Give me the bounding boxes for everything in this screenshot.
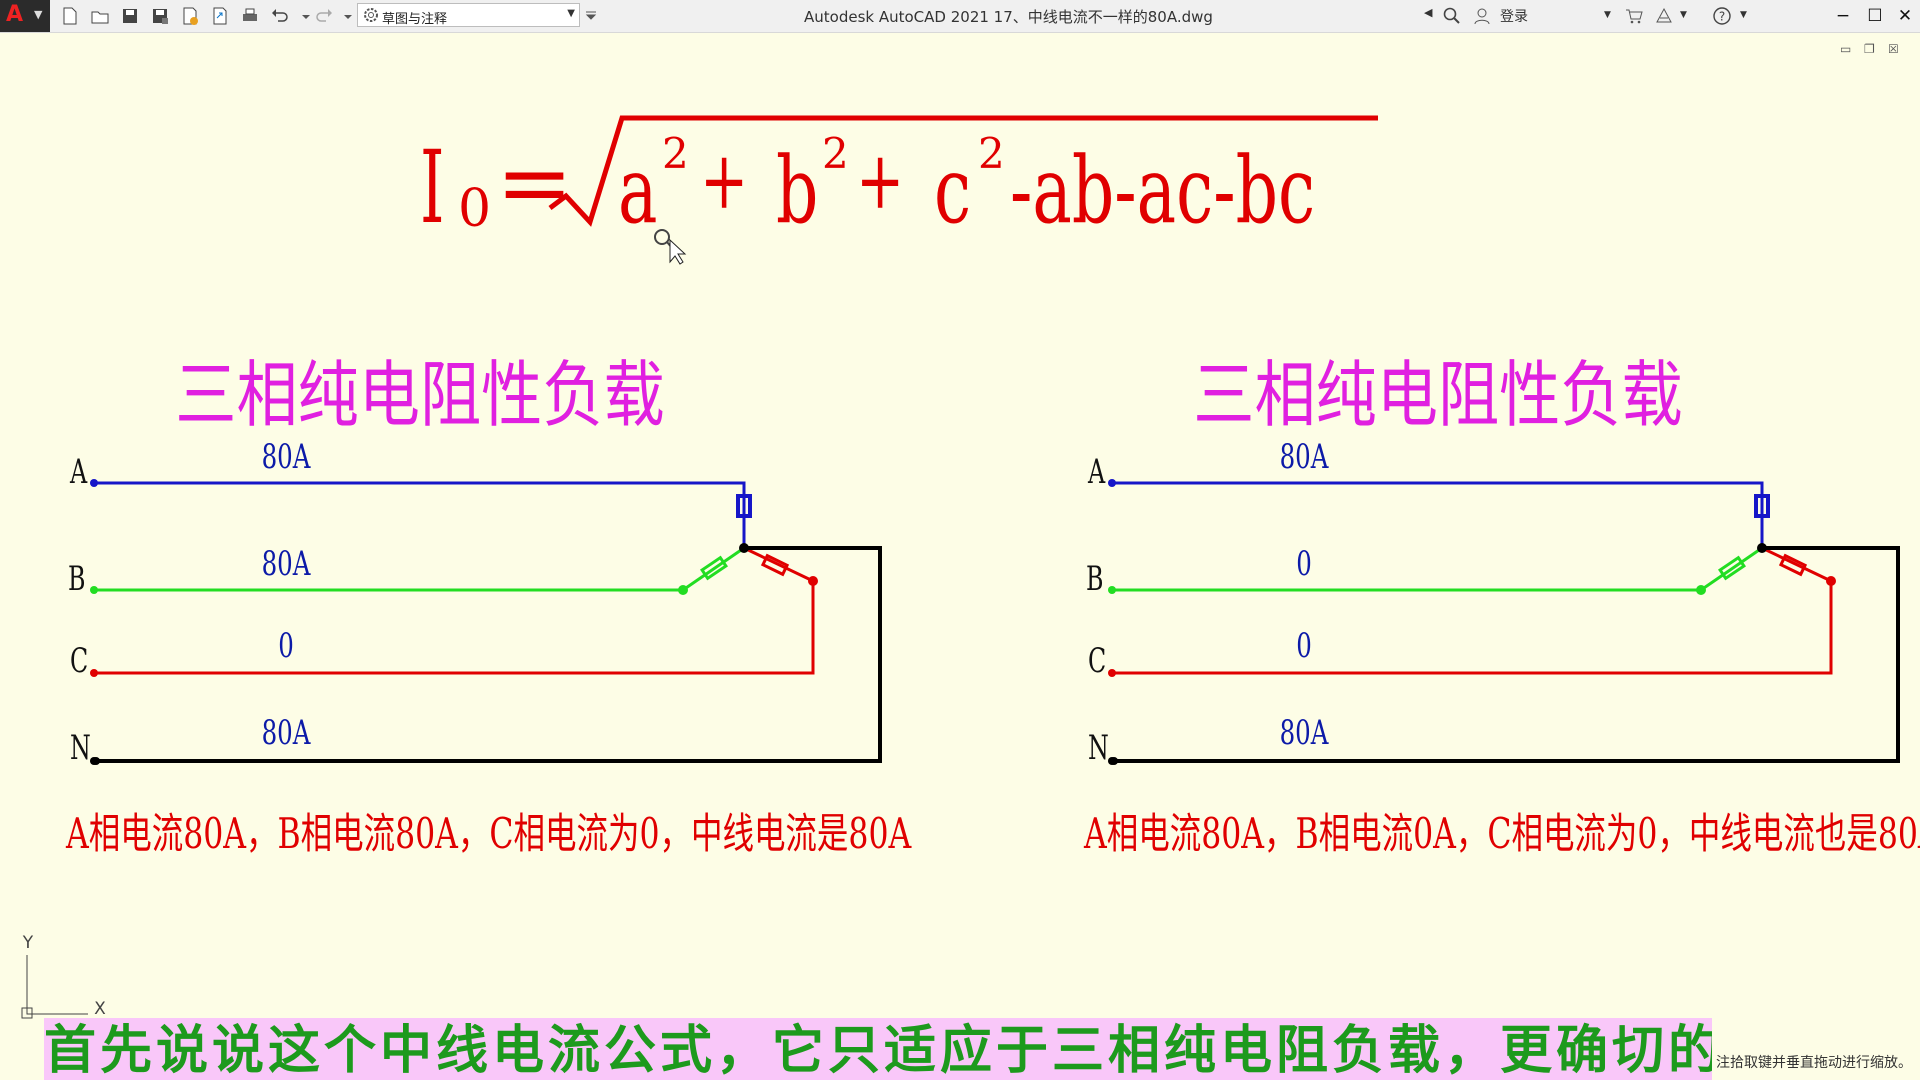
formula-term: -ab-ac-bc (1010, 137, 1315, 244)
terminal-dot (1110, 757, 1118, 765)
wiring-diagram: 三相纯电阻性负载 A 80A B 80A C 0 N 80A A相电流80A，B相电流80A，C相… (65, 353, 912, 858)
phase-label: N (1088, 728, 1109, 767)
formula-term: a (618, 137, 657, 244)
formula-equals: = (496, 129, 573, 236)
diagram-title: 三相纯电阻性负载 (1193, 353, 1682, 437)
formula-term: + (700, 135, 748, 228)
diagram-title: 三相纯电阻性负载 (175, 353, 664, 437)
drawing-canvas[interactable]: I 0 = a 2 + b 2 + c 2 -ab-ac-bc 三相纯电阻性负载A 80AB 80A… (0, 0, 1920, 1080)
phase-current-label: 80A (1280, 713, 1329, 752)
phase-label: A (1087, 452, 1106, 491)
phase-label: C (70, 641, 88, 680)
video-subtitle: 首先说说这个中线电流公式，它只适应于三相纯电阻负载，更确切的说法是互成 (44, 1018, 1712, 1080)
phase-a-wire (94, 481, 746, 548)
formula-current-subscript: 0 (458, 179, 491, 239)
phase-label: C (1088, 641, 1106, 680)
phase-label: A (69, 452, 88, 491)
neutral-wire (94, 546, 882, 763)
junction-dot (678, 585, 688, 595)
junction-dot (1826, 576, 1836, 586)
zoom-cursor-icon (654, 229, 687, 265)
ucs-x-label: X (94, 999, 106, 1019)
status-area (0, 1040, 46, 1080)
phase-label: B (1086, 559, 1103, 598)
phase-a-wire (1112, 481, 1764, 548)
phase-current-label: 80A (262, 544, 311, 583)
ucs-icon: Y X (21, 933, 106, 1019)
command-tooltip: 注拾取键并垂直拖动进行缩放。 (1716, 1055, 1912, 1071)
formula-term: + (856, 135, 904, 228)
phase-c-resistor (1778, 553, 1808, 577)
phase-b-wire (94, 546, 745, 592)
formula-exponent: 2 (978, 129, 1005, 178)
wiring-diagram: 三相纯电阻性负载 A 80A B 0 C 0 N 80A A相电流80A，B相电流0A，C相电流为… (1083, 353, 1920, 858)
ucs-y-label: Y (22, 933, 34, 953)
junction-dot (1696, 585, 1706, 595)
formula-current-symbol: I (420, 129, 444, 246)
phase-label: N (70, 728, 91, 767)
diagram-caption: A相电流80A，B相电流80A，C相电流为0，中线电流是80A (65, 810, 912, 859)
formula-term: b (776, 137, 818, 244)
formula-radicand: a 2 + b 2 + c 2 -ab-ac-bc (618, 129, 1315, 244)
neutral-current-formula: I 0 = a 2 + b 2 + c 2 -ab-ac-bc (420, 115, 1378, 246)
neutral-wire (1112, 546, 1900, 763)
phase-current-label: 80A (262, 437, 311, 476)
star-point-dot (1757, 543, 1767, 553)
formula-term: c (934, 137, 971, 244)
phase-label: B (68, 559, 85, 598)
formula-exponent: 2 (662, 129, 689, 178)
junction-dot (808, 576, 818, 586)
phase-c-resistor (760, 553, 790, 577)
phase-current-label: 0 (1296, 626, 1312, 665)
diagram-caption: A相电流80A，B相电流0A，C相电流为0，中线电流也是80A (1083, 810, 1920, 859)
phase-current-label: 0 (278, 626, 294, 665)
phase-current-label: 80A (262, 713, 311, 752)
phase-b-wire (1112, 546, 1763, 592)
phase-current-label: 0 (1296, 544, 1312, 583)
star-point-dot (739, 543, 749, 553)
terminal-dot (92, 757, 100, 765)
formula-exponent: 2 (822, 129, 849, 178)
phase-current-label: 80A (1280, 437, 1329, 476)
